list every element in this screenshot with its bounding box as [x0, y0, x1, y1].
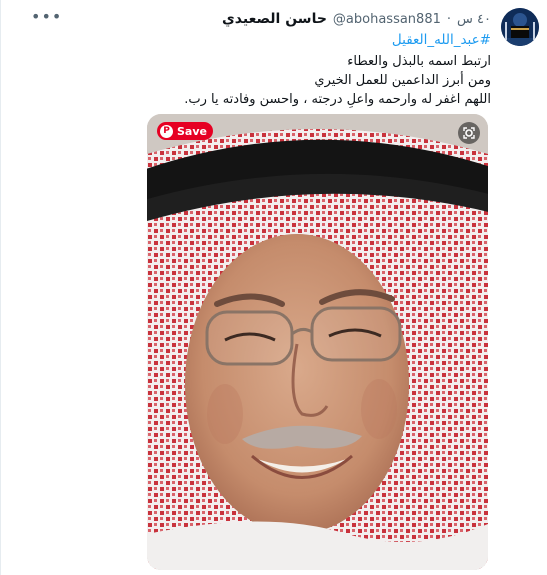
- avatar[interactable]: [501, 8, 539, 46]
- timestamp[interactable]: ٤٠ س: [457, 12, 491, 27]
- avatar-image: [501, 8, 539, 46]
- tweet-text: ارتبط اسمه بالبذل والعطاء ومن أبرز الداع…: [111, 52, 491, 109]
- tweet-text-line: ارتبط اسمه بالبذل والعطاء: [347, 54, 491, 69]
- tweet-card[interactable]: ••• حاسن الصعيدي @abohassan881 · ٤٠ س #ع…: [0, 0, 547, 575]
- tweet-header: حاسن الصعيدي @abohassan881 · ٤٠ س: [222, 11, 491, 27]
- pinterest-save-button[interactable]: P Save: [157, 122, 213, 140]
- portrait-photo: [147, 114, 488, 570]
- tweet-photo[interactable]: P Save: [147, 114, 488, 570]
- lens-glyph: [463, 127, 475, 139]
- google-lens-icon[interactable]: [458, 122, 480, 144]
- tweet-text-line: اللهم اغفر له وارحمه واعلِ درجته ، واحسن…: [184, 92, 491, 107]
- pinterest-icon: P: [160, 124, 173, 138]
- more-options-icon[interactable]: •••: [31, 9, 61, 25]
- save-label: Save: [177, 124, 207, 138]
- separator-dot: ·: [446, 12, 452, 27]
- author-name[interactable]: حاسن الصعيدي: [222, 11, 327, 27]
- hashtag-link[interactable]: #عبد_الله_العقيل: [392, 32, 491, 48]
- tweet-text-line: ومن أبرز الداعمين للعمل الخيري: [314, 73, 491, 88]
- author-handle[interactable]: @abohassan881: [333, 12, 441, 27]
